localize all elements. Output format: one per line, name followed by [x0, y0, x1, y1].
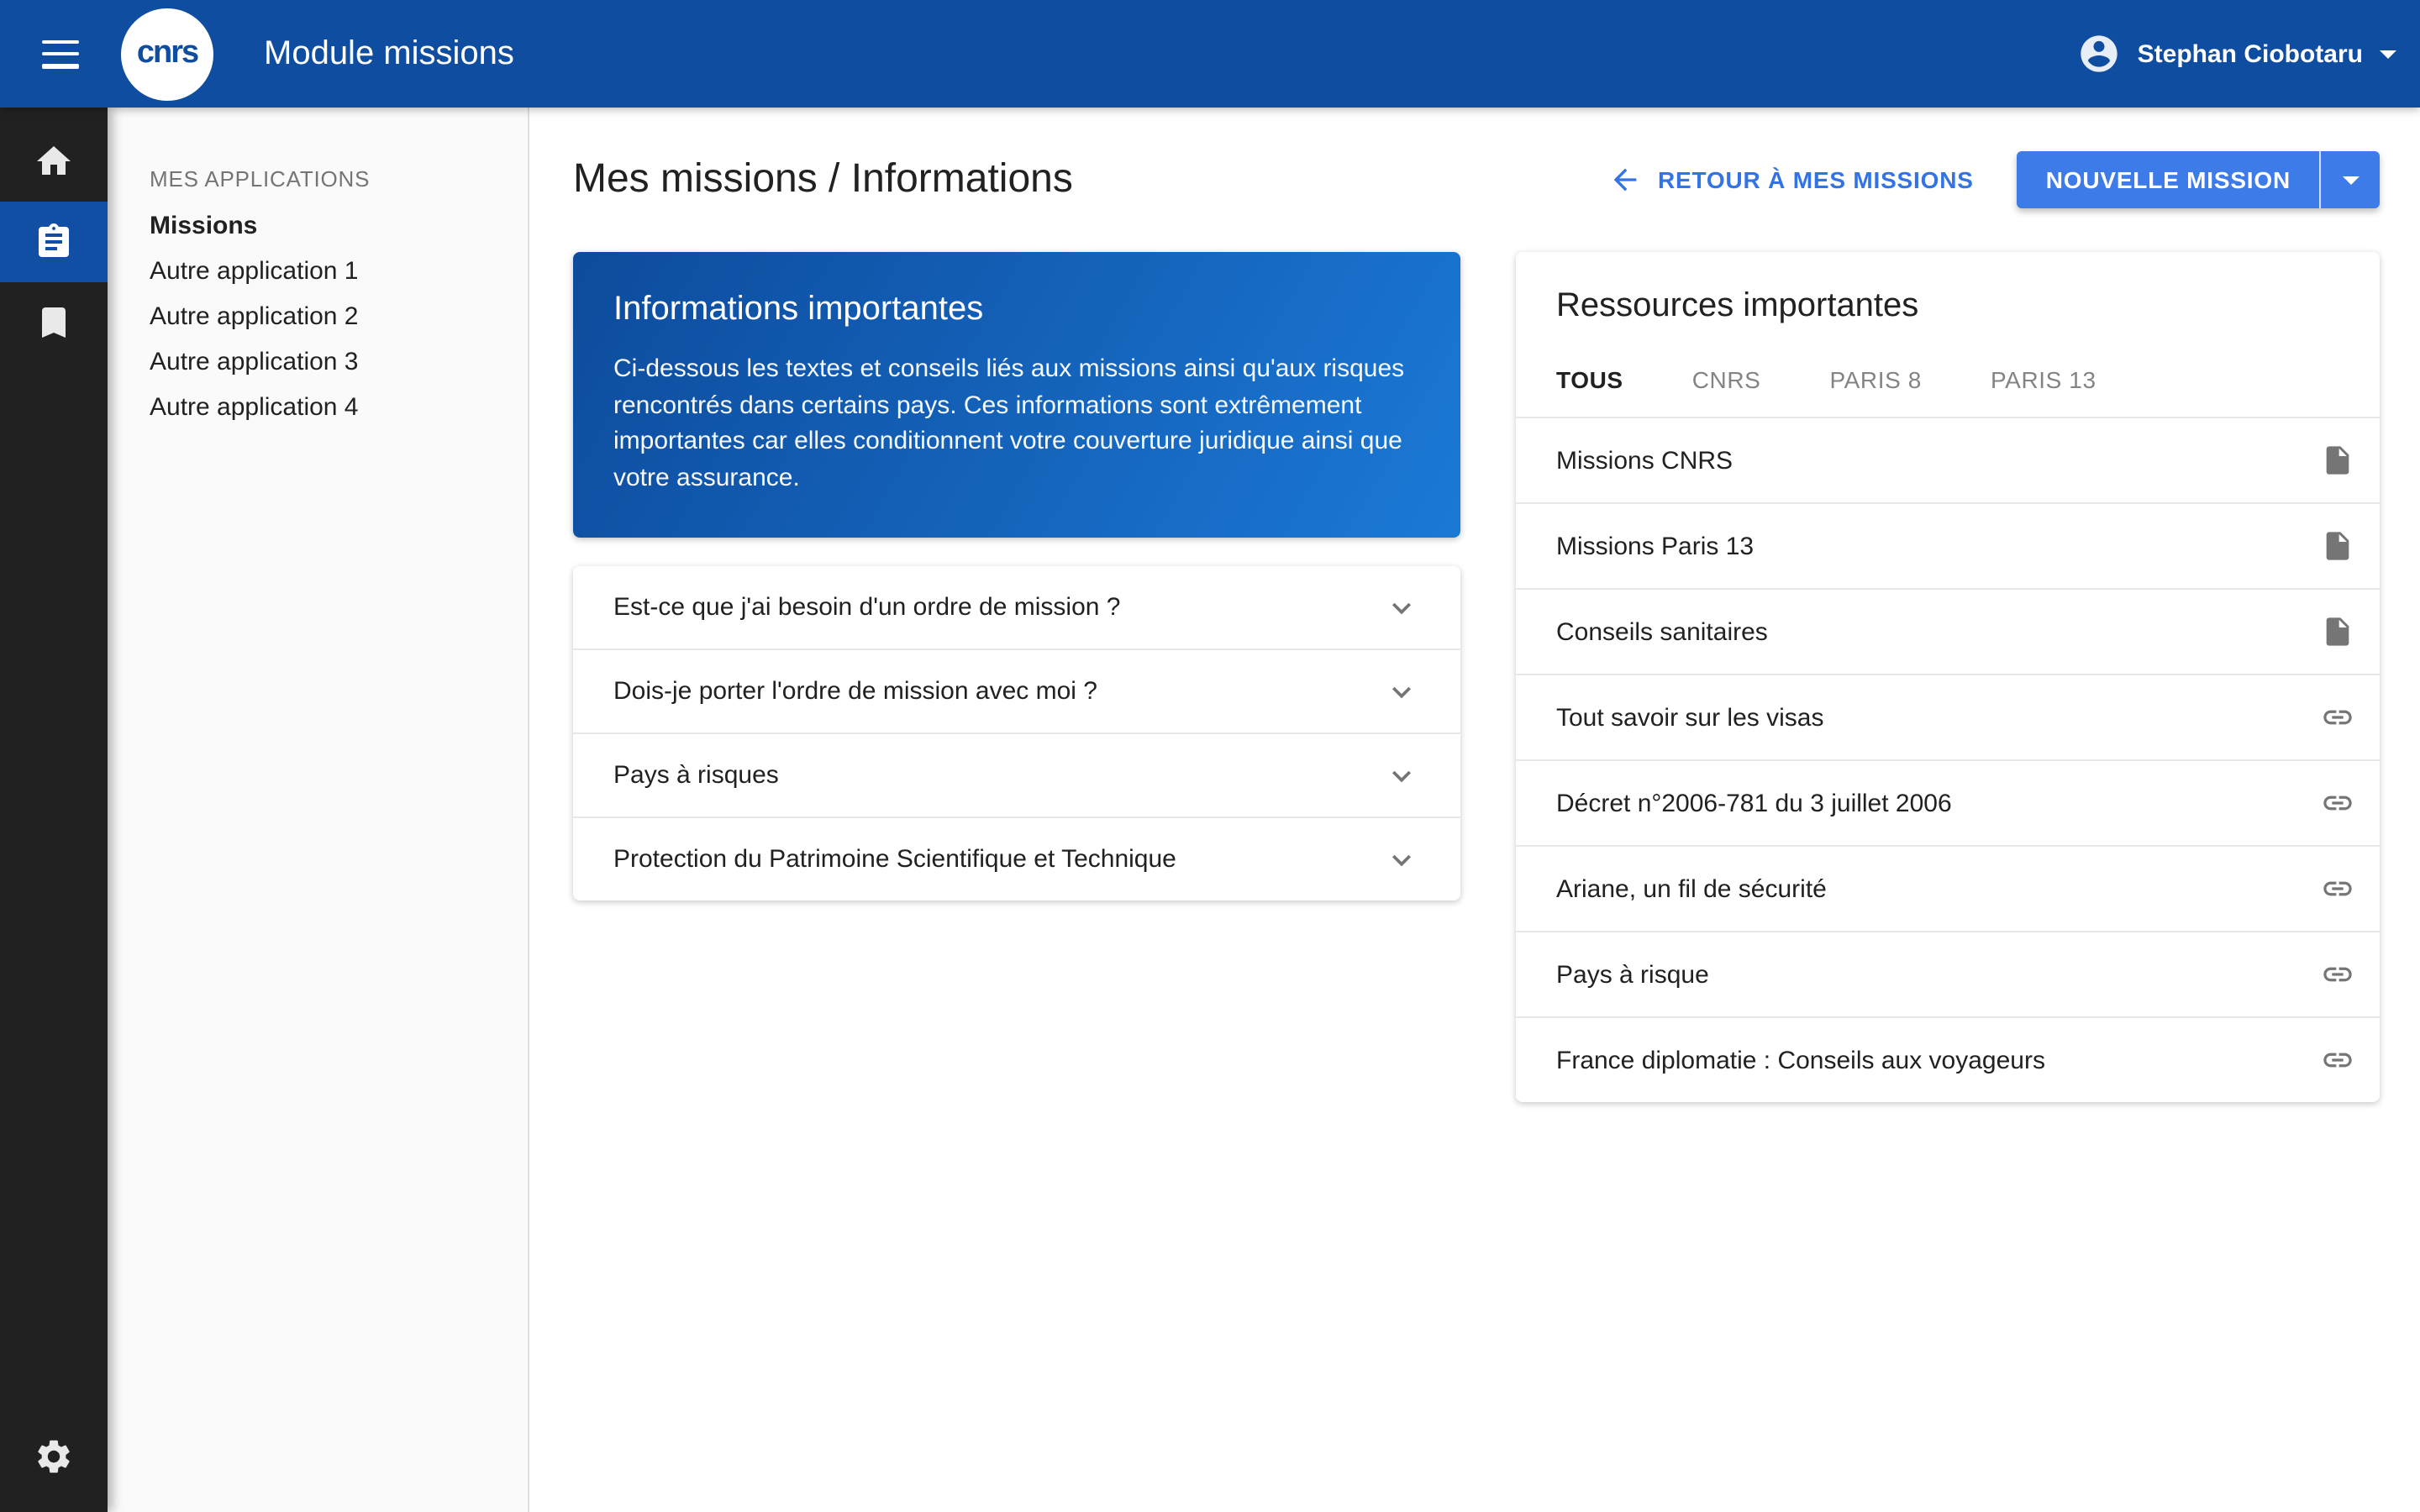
document-icon	[2321, 444, 2354, 477]
document-icon	[2321, 529, 2354, 563]
user-name: Stephan Ciobotaru	[2138, 39, 2363, 68]
resource-decret-2006-781[interactable]: Décret n°2006-781 du 3 juillet 2006	[1516, 761, 2380, 847]
rail-item-settings[interactable]	[0, 1416, 108, 1497]
app-window: cnrs Module missions Stephan Ciobotaru	[0, 0, 2420, 1512]
tab-paris-13[interactable]: PARIS 13	[1991, 366, 2096, 417]
applications-sidebar: MES APPLICATIONS Missions Autre applicat…	[108, 108, 529, 1512]
sidebar-item-autre-application-1[interactable]: Autre application 1	[150, 249, 508, 294]
back-to-missions-link[interactable]: RETOUR À MES MISSIONS	[1607, 163, 1974, 197]
link-icon	[2321, 1043, 2354, 1077]
faq-item-ordre-de-mission[interactable]: Est-ce que j'ai besoin d'un ordre de mis…	[573, 566, 1460, 650]
expand-more-icon	[1383, 673, 1420, 710]
tab-paris-8[interactable]: PARIS 8	[1829, 366, 1922, 417]
faq-item-porter-ordre[interactable]: Dois-je porter l'ordre de mission avec m…	[573, 650, 1460, 734]
cnrs-logo: cnrs	[121, 8, 213, 100]
rail-item-bookmark[interactable]	[0, 282, 108, 363]
resources-card: Ressources importantes TOUS CNRS PARIS 8…	[1516, 252, 2380, 1102]
chevron-down-icon	[2380, 50, 2396, 58]
resource-ariane[interactable]: Ariane, un fil de sécurité	[1516, 847, 2380, 932]
resource-missions-paris-13[interactable]: Missions Paris 13	[1516, 504, 2380, 590]
main-content: Mes missions / Informations RETOUR À MES…	[529, 108, 2420, 1512]
new-mission-split-button: NOUVELLE MISSION	[2018, 151, 2380, 208]
link-icon	[2321, 872, 2354, 906]
resource-missions-cnrs[interactable]: Missions CNRS	[1516, 418, 2380, 504]
tab-cnrs[interactable]: CNRS	[1692, 366, 1761, 417]
info-card-body: Ci-dessous les textes et conseils liés a…	[613, 351, 1420, 496]
faq-item-protection-patrimoine[interactable]: Protection du Patrimoine Scientifique et…	[573, 818, 1460, 900]
new-mission-dropdown-button[interactable]	[2319, 151, 2380, 208]
resource-france-diplomatie[interactable]: France diplomatie : Conseils aux voyageu…	[1516, 1018, 2380, 1102]
expand-more-icon	[1383, 757, 1420, 794]
important-info-card: Informations importantes Ci-dessous les …	[573, 252, 1460, 538]
home-icon	[34, 141, 74, 181]
settings-icon	[34, 1436, 74, 1477]
sidebar-item-autre-application-4[interactable]: Autre application 4	[150, 385, 508, 430]
cnrs-logo-text: cnrs	[137, 35, 197, 72]
tab-tous[interactable]: TOUS	[1556, 366, 1623, 417]
account-circle-icon	[2077, 32, 2121, 76]
app-title: Module missions	[264, 34, 514, 73]
sidebar-item-autre-application-2[interactable]: Autre application 2	[150, 294, 508, 339]
sidebar-item-autre-application-3[interactable]: Autre application 3	[150, 339, 508, 385]
resources-tabs: TOUS CNRS PARIS 8 PARIS 13	[1539, 366, 2339, 417]
resource-visas[interactable]: Tout savoir sur les visas	[1516, 675, 2380, 761]
info-card-title: Informations importantes	[613, 291, 1420, 329]
sidebar-section-label: MES APPLICATIONS	[150, 166, 370, 192]
top-app-bar: cnrs Module missions Stephan Ciobotaru	[0, 0, 2420, 108]
resource-pays-a-risque[interactable]: Pays à risque	[1516, 932, 2380, 1018]
expand-more-icon	[1383, 589, 1420, 626]
bookmark-icon	[34, 302, 74, 343]
arrow-drop-down-icon	[2342, 176, 2359, 184]
assignment-icon	[34, 222, 74, 262]
new-mission-button[interactable]: NOUVELLE MISSION	[2018, 151, 2319, 208]
document-icon	[2321, 615, 2354, 648]
resources-title: Ressources importantes	[1556, 287, 2339, 326]
menu-icon[interactable]	[42, 39, 79, 68]
link-icon	[2321, 786, 2354, 820]
resource-conseils-sanitaires[interactable]: Conseils sanitaires	[1516, 590, 2380, 675]
resources-list: Missions CNRS Missions Paris 13 Conseils…	[1516, 417, 2380, 1102]
faq-item-pays-a-risques[interactable]: Pays à risques	[573, 734, 1460, 818]
rail-item-home[interactable]	[0, 121, 108, 202]
link-icon	[2321, 958, 2354, 991]
link-icon	[2321, 701, 2354, 734]
page-title: Mes missions / Informations	[573, 156, 1073, 203]
faq-accordion: Est-ce que j'ai besoin d'un ordre de mis…	[573, 566, 1460, 900]
expand-more-icon	[1383, 841, 1420, 878]
icon-rail	[0, 108, 108, 1512]
arrow-back-icon	[1607, 163, 1658, 197]
user-menu[interactable]: Stephan Ciobotaru	[2077, 32, 2396, 76]
sidebar-item-missions[interactable]: Missions	[150, 203, 508, 249]
rail-item-missions[interactable]	[0, 202, 108, 282]
